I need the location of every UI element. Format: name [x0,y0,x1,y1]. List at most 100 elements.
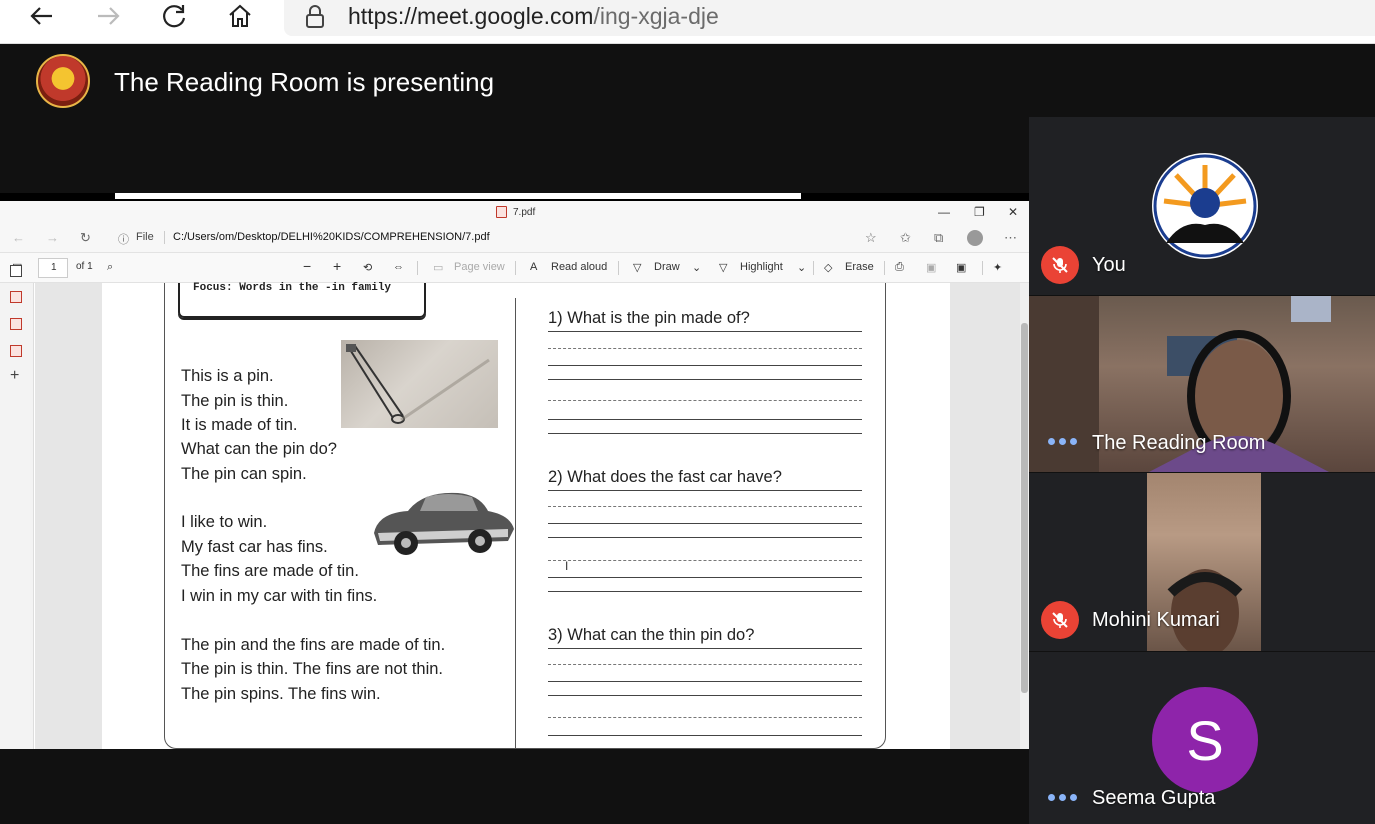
participant-tile-reading-room[interactable]: The Reading Room [1029,296,1375,472]
poem-line: My fast car has fins. [181,538,328,556]
answer-line[interactable] [548,695,862,696]
toolbar-separator [813,261,814,275]
pin-toolbar-icon[interactable]: ✦ [993,261,1002,274]
zoom-in-icon[interactable]: + [333,258,341,274]
page-view-icon: ▭ [433,262,444,274]
answer-line[interactable] [548,648,862,649]
save-icon[interactable]: ▣ [926,261,936,274]
answer-line[interactable] [548,419,862,420]
bottom-area [0,749,1029,824]
answer-line[interactable] [548,379,862,380]
back-button[interactable] [20,0,64,32]
pdf-address-row: ← → ↻ ⓘ File C:/Users/om/Desktop/DELHI%2… [0,223,1029,253]
answer-line[interactable] [548,331,862,332]
forward-button[interactable] [86,0,130,32]
participant-name: You [1092,254,1126,276]
pdf-window-titlebar: 7.pdf — ❐ ✕ [0,201,1029,223]
answer-line[interactable] [548,523,862,524]
forward-arrow-icon [98,7,120,25]
save-as-icon[interactable]: ▣ [956,261,966,274]
participant-tile-you[interactable]: You [1029,117,1375,295]
poem-line: What can the pin do? [181,440,337,458]
draw-button[interactable]: Draw [654,261,680,273]
toolbar-separator [515,261,516,275]
answer-line[interactable] [548,664,862,665]
more-icon[interactable]: ⋯ [1004,230,1017,246]
pdf-refresh-icon[interactable]: ↻ [80,230,91,246]
highlight-dropdown-icon[interactable]: ⌄ [797,261,806,274]
pdf-address-path[interactable]: C:/Users/om/Desktop/DELHI%20KIDS/COMPREH… [173,231,490,243]
presenter-logo [36,54,90,108]
more-options-icon[interactable] [1048,438,1077,445]
erase-button[interactable]: Erase [845,261,874,273]
address-bar[interactable]: https://meet.google.com/ing-xgja-dje [284,0,1375,36]
question-2: 2) What does the fast car have? [548,468,782,486]
answer-line[interactable] [548,717,862,718]
car-icon [374,492,514,555]
mic-off-indicator [1041,601,1079,639]
mic-off-icon [1052,612,1068,628]
profile-avatar[interactable] [967,230,983,246]
vintage-car-image [368,483,516,565]
page-number-input[interactable]: 1 [38,258,68,278]
home-button[interactable] [218,0,262,32]
url-text: https://meet.google.com/ing-xgja-dje [348,3,719,29]
pdf-back-icon[interactable]: ← [12,230,25,245]
answer-line[interactable] [548,560,862,561]
answer-line[interactable] [548,433,862,434]
sidebar-toggle-icon[interactable] [10,265,22,277]
participant-name: Seema Gupta [1092,787,1216,809]
pdf-tab-icon[interactable] [10,345,22,357]
rotate-icon[interactable]: ⟲ [363,261,372,274]
answer-line[interactable] [548,400,862,401]
participant-name: Mohini Kumari [1092,609,1220,631]
poem-line: It is made of tin. [181,416,298,434]
restore-icon[interactable]: ❐ [974,205,985,219]
draw-dropdown-icon[interactable]: ⌄ [692,261,701,274]
favorites-icon[interactable]: ✩ [900,230,911,246]
participant-tile-mohini[interactable]: Mohini Kumari [1029,473,1375,651]
pdf-file-icon [496,206,507,218]
answer-line[interactable] [548,591,862,592]
favorite-add-icon[interactable]: ☆ [865,230,877,246]
print-icon[interactable]: ⎙ [895,261,904,274]
worksheet-frame [164,283,886,749]
top-strip-light [115,193,801,199]
close-icon[interactable]: ✕ [1008,205,1018,219]
read-aloud-button[interactable]: Read aloud [551,261,607,273]
info-icon: ⓘ [118,234,129,246]
sunburst-logo-icon [1153,154,1257,258]
page-view-button[interactable]: Page view [454,261,505,273]
avatar: S [1152,687,1258,793]
find-icon[interactable]: ⌕ [107,261,113,274]
toolbar-separator [417,261,418,275]
fit-page-icon[interactable]: ⇔ [393,261,404,273]
answer-line[interactable] [548,577,862,578]
answer-line[interactable] [548,506,862,507]
answer-line[interactable] [548,681,862,682]
answer-line[interactable] [548,537,862,538]
answer-line[interactable] [548,490,862,491]
answer-line[interactable] [548,348,862,349]
question-3: 3) What can the thin pin do? [548,626,755,644]
pdf-forward-icon[interactable]: → [46,230,59,245]
add-tab-icon[interactable]: + [10,367,19,385]
lock-icon [306,5,324,28]
more-options-icon[interactable] [1048,794,1077,801]
scrollbar-thumb[interactable] [1021,323,1028,693]
answer-line[interactable] [548,735,862,736]
address-separator [164,231,165,244]
zoom-out-icon[interactable]: − [303,258,311,274]
reload-button[interactable] [152,0,196,32]
text-cursor-icon: I [565,559,569,573]
answer-line[interactable] [548,365,862,366]
poem-line: The pin and the fins are made of tin. [181,636,446,654]
browser-toolbar: https://meet.google.com/ing-xgja-dje [0,0,1375,44]
pdf-tab-icon[interactable] [10,291,22,303]
highlight-button[interactable]: Highlight [740,261,783,273]
pdf-tab-icon[interactable] [10,318,22,330]
draw-icon: ▽ [633,262,642,274]
participant-tile-seema[interactable]: S Seema Gupta [1029,652,1375,824]
collections-icon[interactable]: ⧉ [934,230,943,246]
minimize-icon[interactable]: — [938,205,950,219]
